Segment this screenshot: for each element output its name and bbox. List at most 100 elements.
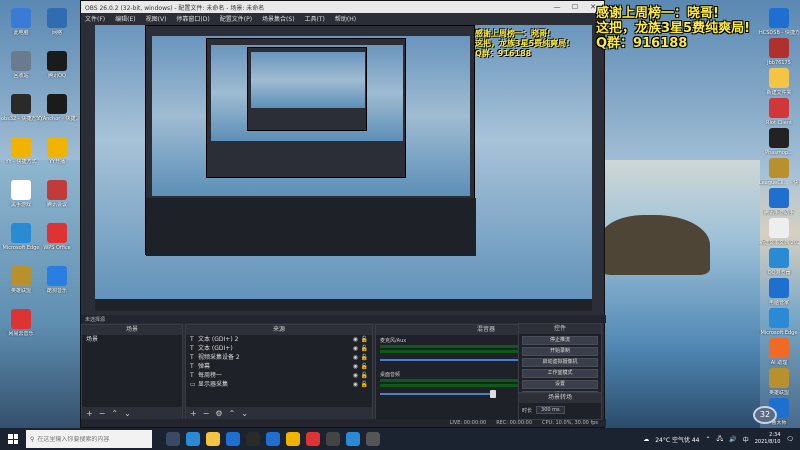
source-item[interactable]: T 视频采集设备 2 ◉ 🔓: [186, 353, 372, 362]
desktop-icon[interactable]: Jbb76175: [762, 38, 796, 66]
desktop-icon[interactable]: 腾讯手游助手: [762, 188, 796, 216]
network-icon[interactable]: 🖧: [717, 434, 724, 444]
desktop-icon[interactable]: Phasmop...: [762, 128, 796, 156]
nested-preview-3: [251, 52, 365, 108]
netease-icon[interactable]: [306, 432, 320, 446]
menu-view[interactable]: 视图(V): [146, 14, 167, 23]
eye-icon[interactable]: ◉: [353, 344, 358, 353]
edge-icon[interactable]: [186, 432, 200, 446]
desktop-icon[interactable]: LeagueCli... - 快捷方式: [759, 158, 799, 186]
source-item[interactable]: T 文本 (GDI+) 2 ◉ 🔓: [186, 335, 372, 344]
eye-icon[interactable]: ◉: [353, 362, 358, 371]
volume-icon[interactable]: 🔊: [729, 436, 736, 443]
lock-icon[interactable]: 🔓: [361, 380, 368, 389]
source-item[interactable]: T 文本 (GDI+) ◉ 🔓: [186, 344, 372, 353]
yy-icon[interactable]: [286, 432, 300, 446]
start-virtual-camera-button[interactable]: 启动虚拟摄像机: [522, 358, 598, 367]
source-item[interactable]: T 弹幕 ◉ 🔓: [186, 362, 372, 371]
studio-mode-button[interactable]: 工作室模式: [522, 369, 598, 378]
desktop-icon[interactable]: QQ浏览器: [762, 248, 796, 276]
desktop-icon[interactable]: obs32 - 快捷方式: [1, 94, 41, 122]
desktop-icon[interactable]: Microsoft Edge: [3, 223, 39, 251]
task-view-icon[interactable]: [166, 432, 180, 446]
desktop-icon[interactable]: 回收站: [4, 51, 38, 79]
eye-icon[interactable]: ◉: [353, 371, 358, 380]
lock-icon[interactable]: 🔓: [361, 362, 368, 371]
app-icon: [47, 51, 67, 71]
menu-scene-collection[interactable]: 场景集合(S): [262, 14, 295, 23]
clock[interactable]: 2:34 2021/8/10: [755, 432, 781, 446]
menu-profile[interactable]: 配置文件(P): [220, 14, 252, 23]
desktop-volume-slider[interactable]: [380, 390, 496, 398]
remove-source-icon[interactable]: −: [203, 409, 210, 418]
minimize-icon[interactable]: —: [548, 1, 566, 13]
browser-icon[interactable]: [346, 432, 360, 446]
duration-field[interactable]: 300 ms: [536, 406, 565, 414]
taskbar-search[interactable]: ⚲: [26, 430, 152, 448]
start-button[interactable]: [0, 428, 26, 450]
desktop-icon[interactable]: 电脑管家: [762, 278, 796, 306]
add-source-icon[interactable]: +: [190, 409, 197, 418]
search-input[interactable]: [37, 435, 148, 443]
desktop-icon[interactable]: YYAnchor - 快捷方式: [37, 94, 77, 122]
app-icon: [769, 158, 789, 178]
notification-badge[interactable]: 32: [753, 406, 777, 424]
add-scene-icon[interactable]: +: [86, 409, 93, 418]
desktop-icon[interactable]: 此电脑: [4, 8, 38, 36]
lock-icon[interactable]: 🔓: [361, 344, 368, 353]
desktop-icon[interactable]: 网易云音乐: [4, 309, 38, 337]
eye-icon[interactable]: ◉: [353, 380, 358, 389]
source-properties-icon[interactable]: ⚙: [215, 409, 222, 418]
qq-icon[interactable]: [266, 432, 280, 446]
menu-tools[interactable]: 工具(T): [305, 14, 325, 23]
move-up-icon[interactable]: ⌃: [111, 409, 118, 418]
lock-icon[interactable]: 🔓: [361, 371, 368, 380]
desktop-icon[interactable]: 酷狗音乐: [40, 266, 74, 294]
desktop-icon[interactable]: 黑手游戏: [4, 180, 38, 208]
desktop-icon[interactable]: Riot Client: [762, 98, 796, 126]
desktop-icon[interactable]: 腾讯QQ: [40, 51, 74, 79]
preview-canvas[interactable]: 感谢上周榜一：晓哥! 这把，龙族3星5费纯爽局! Q群：916188: [95, 25, 592, 311]
obs-running-icon[interactable]: [366, 432, 380, 446]
desktop-icon[interactable]: AI 助理: [762, 338, 796, 366]
remove-scene-icon[interactable]: −: [99, 409, 106, 418]
menu-help[interactable]: 帮助(H): [335, 14, 356, 23]
no-source-selected-bar: 未选择源: [81, 315, 606, 323]
desktop-icon[interactable]: HCSDSB - 快捷方式: [759, 8, 799, 36]
weather-text[interactable]: 24°C 空气优 44: [655, 435, 699, 444]
menu-docks[interactable]: 停靠窗口(D): [176, 14, 209, 23]
scene-item[interactable]: 场景: [82, 335, 182, 344]
desktop-icon[interactable]: WPS Office: [40, 223, 74, 251]
desktop-icon[interactable]: 英雄联盟: [4, 266, 38, 294]
input-language[interactable]: 中: [743, 435, 749, 444]
source-item[interactable]: T 每周榜一 ◉ 🔓: [186, 371, 372, 380]
store-icon[interactable]: [226, 432, 240, 446]
desktop-icon[interactable]: 英雄联盟: [762, 368, 796, 396]
source-item[interactable]: ▭ 显示器采集 ◉ 🔓: [186, 380, 372, 389]
desktop-icon[interactable]: YY开播: [40, 137, 74, 165]
notification-icon[interactable]: 🗨: [786, 436, 794, 443]
start-recording-button[interactable]: 开始录制: [522, 347, 598, 356]
obs-icon[interactable]: [246, 432, 260, 446]
app-icon[interactable]: [326, 432, 340, 446]
desktop-icon[interactable]: Microsoft Edge: [761, 308, 797, 336]
desktop-icon[interactable]: 新建文本文档 2021010...: [759, 218, 799, 246]
move-down-icon[interactable]: ⌄: [241, 409, 248, 418]
lock-icon[interactable]: 🔓: [361, 335, 368, 344]
menu-edit[interactable]: 编辑(E): [115, 14, 135, 23]
eye-icon[interactable]: ◉: [353, 335, 358, 344]
stop-streaming-button[interactable]: 停止推流: [522, 336, 598, 345]
desktop-icon[interactable]: 腾讯会议: [40, 180, 74, 208]
move-down-icon[interactable]: ⌄: [124, 409, 131, 418]
desktop-icon[interactable]: YY - 快捷方式: [4, 137, 38, 165]
eye-icon[interactable]: ◉: [353, 353, 358, 362]
folder-icon[interactable]: [206, 432, 220, 446]
lock-icon[interactable]: 🔓: [361, 353, 368, 362]
desktop-icon[interactable]: 网络: [40, 8, 74, 36]
chevron-up-icon[interactable]: ⌃: [706, 436, 711, 443]
desktop-icon[interactable]: 新建文件夹: [762, 68, 796, 96]
settings-button[interactable]: 设置: [522, 380, 598, 389]
move-up-icon[interactable]: ⌃: [229, 409, 236, 418]
maximize-icon[interactable]: ☐: [566, 1, 584, 13]
menu-file[interactable]: 文件(F): [85, 14, 105, 23]
